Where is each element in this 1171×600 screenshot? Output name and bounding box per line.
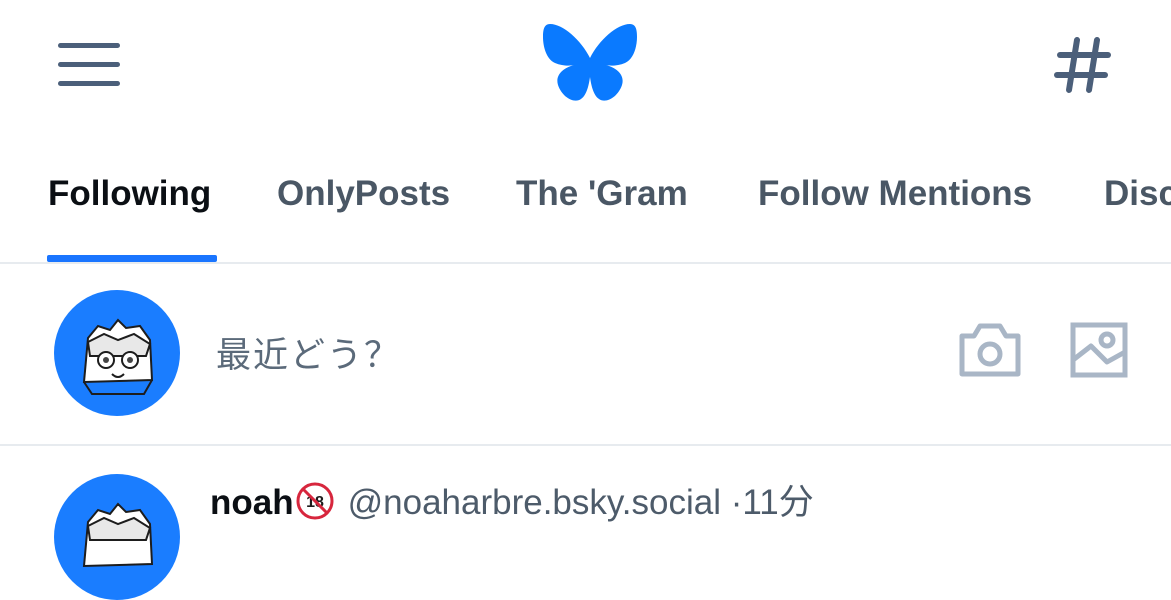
butterfly-logo-icon [543,24,637,101]
post-author-avatar[interactable] [54,474,180,600]
tab-following[interactable]: Following [48,174,211,214]
tab-onlyposts[interactable]: OnlyPosts [277,174,450,214]
top-header [0,0,1171,130]
feed-tab-bar: Following OnlyPosts The 'Gram Follow Men… [0,130,1171,264]
post-author-name[interactable]: noah [210,483,294,522]
user-avatar[interactable] [54,290,180,416]
tab-follow-mentions[interactable]: Follow Mentions [758,174,1032,214]
adult-content-badge-icon: 18 [296,482,334,529]
feeds-hashtag-button[interactable] [1052,34,1114,96]
feed-post[interactable]: noah 18 @noaharbre.bsky.social ·11分 [0,446,1171,600]
menu-button[interactable] [56,42,122,88]
post-meta-separator: · [730,483,743,522]
hamburger-menu-icon [58,43,120,86]
image-icon [1070,322,1128,378]
hashtag-icon [1054,37,1111,93]
active-tab-indicator [47,255,217,262]
camera-button[interactable] [957,320,1023,380]
tab-the-gram[interactable]: The 'Gram [516,174,688,214]
anime-avatar-illustration [82,502,154,568]
composer-placeholder[interactable]: 最近どう？ [216,327,401,378]
camera-icon [959,323,1021,377]
post-composer-prompt[interactable]: 最近どう？ [0,262,1171,446]
anime-avatar-illustration [82,318,154,395]
post-header: noah 18 @noaharbre.bsky.social ·11分 [210,474,814,529]
post-timestamp[interactable]: 11分 [742,483,813,522]
image-button[interactable] [1069,320,1129,380]
tab-discover[interactable]: Disc [1104,174,1171,214]
post-author-handle[interactable]: @noaharbre.bsky.social [348,483,721,522]
